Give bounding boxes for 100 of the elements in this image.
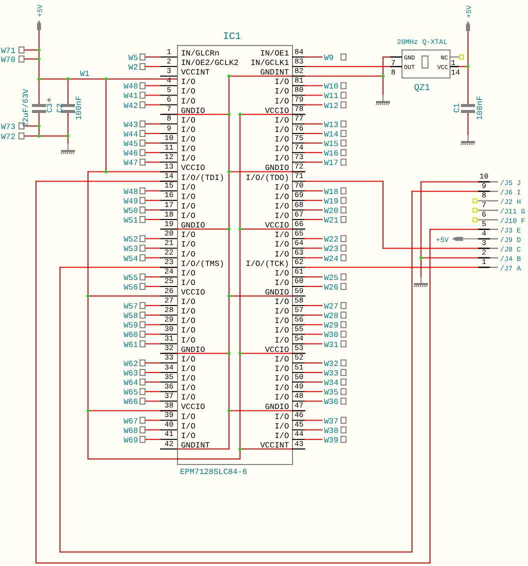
- net-label: W26: [324, 283, 338, 292]
- net-label: W69: [124, 436, 138, 446]
- net-label: W53: [124, 245, 138, 254]
- net-label: W23: [324, 245, 338, 254]
- net-label: W13: [324, 120, 338, 130]
- net-label: W27: [324, 302, 338, 312]
- pin-name: I/O: [274, 364, 289, 374]
- pin-name: VCCIO: [264, 222, 289, 231]
- net-label: W11: [324, 92, 338, 102]
- net-label: W28: [324, 312, 338, 322]
- pin-name: I/O: [274, 183, 289, 192]
- pin-name: I/O: [274, 326, 289, 336]
- net-label: W52: [124, 236, 138, 245]
- net-label: W21: [324, 216, 338, 226]
- net-label: W25: [324, 274, 338, 283]
- pin-name: I/O: [181, 116, 196, 126]
- net-label: W64: [124, 379, 138, 388]
- net-label: W44: [124, 130, 138, 140]
- net-label: W41: [124, 92, 138, 102]
- pin-name: I/O: [181, 364, 196, 374]
- pin-name: I/O: [181, 317, 196, 326]
- net-label: W61: [124, 340, 138, 350]
- net-label: W2: [128, 64, 138, 73]
- pin-name: I/O: [274, 250, 289, 260]
- pin-name: I/O: [274, 412, 289, 422]
- net-label: W16: [324, 150, 338, 159]
- net-label: W57: [124, 302, 138, 312]
- pin-name: I/O: [274, 136, 289, 145]
- capacitor-value: 100nF: [75, 96, 84, 120]
- net-label: W46: [124, 150, 138, 159]
- pin-name: I/O: [274, 384, 289, 394]
- net-label: W47: [124, 159, 138, 168]
- net-label: W58: [124, 312, 138, 322]
- net-label: W56: [124, 283, 138, 292]
- net-label: W54: [124, 254, 138, 264]
- net-label: W73: [1, 123, 16, 132]
- pin-name: I/O: [274, 394, 289, 403]
- pin-name: GNDINT: [181, 441, 210, 450]
- net-label: W12: [324, 102, 338, 111]
- pin-name: I/O: [181, 78, 196, 88]
- pin-name: I/O: [274, 432, 289, 441]
- pin-name: GNDIO: [181, 222, 206, 231]
- net-label: W31: [324, 340, 338, 350]
- pin-name: I/O: [274, 126, 289, 135]
- pin-name: GNDIO: [181, 106, 206, 116]
- pin-name: I/O: [181, 422, 196, 432]
- net-label: W42: [124, 102, 138, 111]
- pin-name: I/O: [181, 355, 196, 364]
- pin-name: VCCIO: [264, 346, 289, 355]
- net-label: W19: [324, 197, 338, 206]
- pin-name: I/O: [181, 145, 196, 154]
- net-label: W33: [324, 369, 338, 378]
- net-label: W35: [324, 388, 338, 398]
- pin-name: I/O: [181, 97, 196, 106]
- pin-name: I/O: [274, 154, 289, 164]
- net-label: W59: [124, 322, 138, 331]
- capacitor-ref: C3: [46, 103, 55, 113]
- pin-name: GNDINT: [260, 68, 289, 78]
- net-label: W15: [324, 140, 338, 150]
- component-part: EPM7128SLC84-6: [180, 468, 248, 477]
- pin-name: I/O/(TDI): [181, 174, 224, 183]
- net-label: W30: [324, 331, 338, 340]
- pin-name: I/O: [181, 202, 196, 212]
- net-label: W10: [324, 82, 338, 92]
- net-label: W51: [124, 216, 138, 226]
- net-label: W68: [124, 426, 138, 436]
- capacitor-ref: C2: [56, 103, 65, 113]
- pin-name: I/O: [181, 374, 196, 384]
- capacitor-ref: C1: [453, 103, 462, 113]
- pin-name: IN/OE1: [260, 50, 289, 58]
- pin-name: I/O: [181, 326, 196, 336]
- pin-name: I/O: [274, 278, 289, 288]
- pin-name: GNDIO: [264, 288, 289, 298]
- pin-name: I/O: [274, 336, 289, 346]
- pin-name: I/O: [181, 240, 196, 250]
- pin-name: I/O: [181, 298, 196, 308]
- net-label: W60: [124, 331, 138, 340]
- pin-name: I/O: [274, 317, 289, 326]
- pin-name: I/O: [181, 308, 196, 317]
- net-label: W22: [324, 236, 338, 245]
- net-label: W45: [124, 140, 138, 150]
- pin-name: VCCINT: [181, 68, 210, 78]
- pin-name: I/O: [181, 212, 196, 222]
- pin-name: I/O: [274, 145, 289, 154]
- pin-name: I/O: [181, 336, 196, 346]
- pin-name: I/O: [181, 136, 196, 145]
- pin-name: I/O: [181, 269, 196, 278]
- pin-name: I/O: [274, 116, 289, 126]
- net-label: W49: [124, 197, 138, 206]
- net-label: W66: [124, 398, 138, 408]
- net-label: W37: [324, 417, 338, 426]
- pin-name: I/O: [181, 154, 196, 164]
- net-label: W14: [324, 130, 338, 140]
- net-label: W50: [124, 206, 138, 216]
- pin-name: I/O: [274, 212, 289, 222]
- net-label: W43: [124, 120, 138, 130]
- pin-name: I/O/(TDO): [246, 174, 289, 183]
- net-label: W38: [324, 426, 338, 436]
- pin-name: I/O: [274, 240, 289, 250]
- net-label: W39: [324, 436, 338, 446]
